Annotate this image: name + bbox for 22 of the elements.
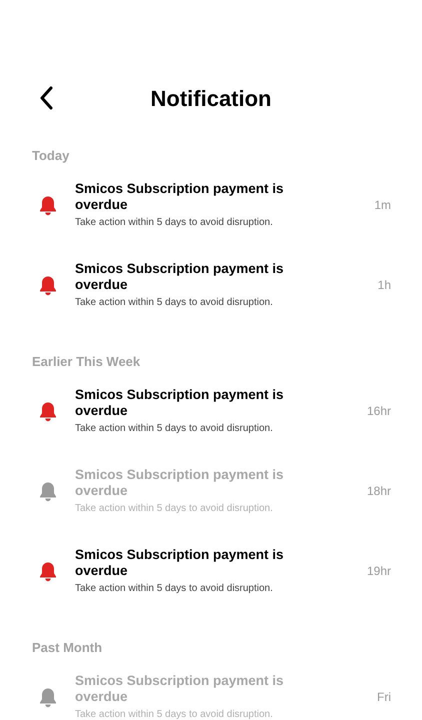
notification-title: Smicos Subscription payment is overdue xyxy=(75,672,285,704)
notification-title: Smicos Subscription payment is overdue xyxy=(75,546,285,578)
notification-message: Take action within 5 days to avoid disruption. xyxy=(75,296,273,310)
notification-time: 19hr xyxy=(366,563,391,580)
section-label: Past Month xyxy=(32,639,102,657)
notification-message: Take action within 5 days to avoid disruption. xyxy=(75,422,273,436)
notification-time: 18hr xyxy=(366,483,391,500)
notification-title: Smicos Subscription payment is overdue xyxy=(75,386,285,418)
notification-message: Take action within 5 days to avoid disruption. xyxy=(75,502,273,516)
section-label: Today xyxy=(32,147,70,165)
notification-message: Take action within 5 days to avoid disruption. xyxy=(75,708,273,720)
page-title: Notification xyxy=(150,84,272,112)
notification-time: Fri xyxy=(377,689,391,706)
notification-time: 16hr xyxy=(366,403,391,420)
notification-title: Smicos Subscription payment is overdue xyxy=(75,466,285,498)
notification-title: Smicos Subscription payment is overdue xyxy=(75,180,285,212)
notification-time: 1m xyxy=(374,197,391,214)
section-label: Earlier This Week xyxy=(32,353,140,371)
notification-message: Take action within 5 days to avoid disruption. xyxy=(75,582,273,596)
notification-message: Take action within 5 days to avoid disruption. xyxy=(75,216,273,230)
notification-time: 1h xyxy=(378,277,391,294)
notification-title: Smicos Subscription payment is overdue xyxy=(75,260,285,292)
